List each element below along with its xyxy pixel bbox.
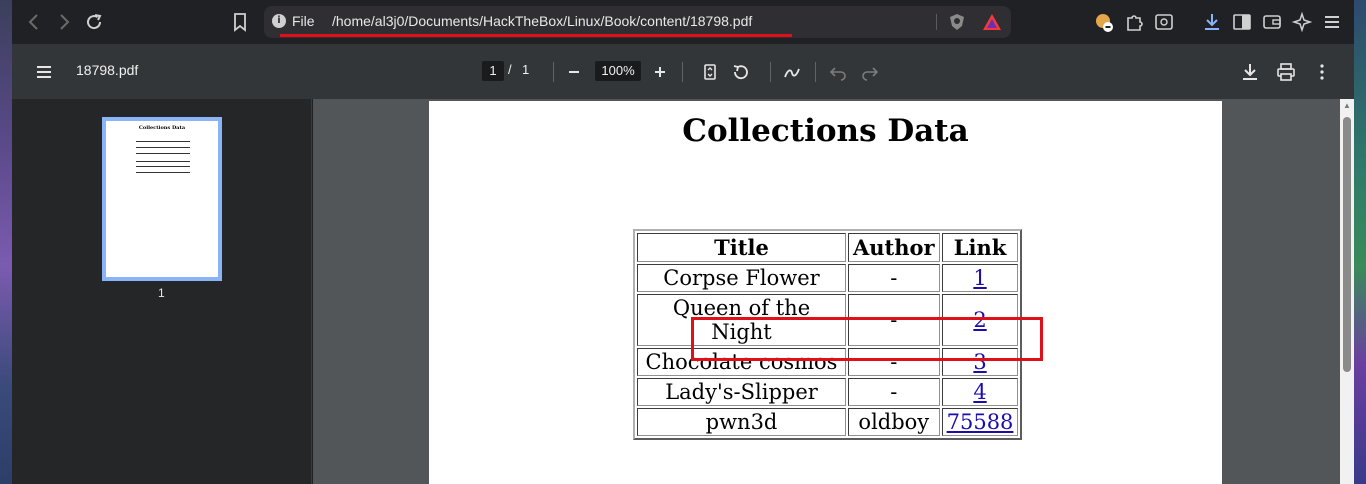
- page-number-input[interactable]: 1: [482, 61, 504, 81]
- url-scheme: File: [292, 13, 315, 29]
- browser-window: i File /home/al3j0/Documents/HackTheBox/…: [12, 0, 1354, 484]
- pdf-toolbar: 18798.pdf 1 / 1 100%: [12, 44, 1354, 99]
- print-icon[interactable]: [1274, 60, 1298, 84]
- address-bar[interactable]: i File /home/al3j0/Documents/HackTheBox/…: [264, 6, 1011, 38]
- extension-profile-icon[interactable]: [1092, 10, 1116, 34]
- column-header-link: Link: [941, 233, 1019, 262]
- viewer-scrollbar[interactable]: ▲: [1340, 99, 1354, 484]
- collection-link[interactable]: 4: [973, 380, 986, 404]
- pdf-viewer: Collections Data Title Author Link Corps…: [313, 99, 1354, 484]
- table-row: Lady's-Slipper - 4: [637, 378, 1019, 406]
- cell-title: Queen of the Night: [637, 294, 846, 346]
- info-icon[interactable]: i: [272, 14, 286, 28]
- bookmark-icon[interactable]: [228, 10, 252, 34]
- cell-author: -: [848, 294, 940, 346]
- column-header-author: Author: [848, 233, 940, 262]
- thumbnail-title: Collections Data: [138, 125, 186, 131]
- outline-menu-icon[interactable]: [32, 60, 56, 84]
- collection-link[interactable]: 75588: [947, 410, 1014, 434]
- toolbar-divider: [770, 62, 771, 82]
- reader-search-icon[interactable]: [1152, 10, 1176, 34]
- pdf-page: Collections Data Title Author Link Corps…: [429, 101, 1222, 484]
- scrollbar-thumb[interactable]: [1343, 117, 1351, 372]
- cell-link: 3: [941, 348, 1019, 376]
- cell-author: -: [848, 348, 940, 376]
- cell-link: 75588: [941, 408, 1019, 436]
- url-path[interactable]: /home/al3j0/Documents/HackTheBox/Linux/B…: [332, 13, 752, 29]
- pdf-filename: 18798.pdf: [76, 62, 139, 78]
- urlbar-divider: [936, 14, 937, 30]
- cell-title: Chocolate cosmos: [637, 348, 846, 376]
- thumbnail-sidebar: Collections Data 1: [12, 99, 312, 484]
- cell-link: 2: [941, 294, 1019, 346]
- table-header-row: Title Author Link: [637, 233, 1019, 262]
- toolbar-divider: [815, 62, 816, 82]
- browser-toolbar: i File /home/al3j0/Documents/HackTheBox/…: [12, 0, 1354, 44]
- desktop-wallpaper-right: [1354, 0, 1366, 484]
- table-row: Queen of the Night - 2: [637, 294, 1019, 346]
- ai-sparkle-icon[interactable]: [1290, 10, 1314, 34]
- wallet-icon[interactable]: [1260, 10, 1284, 34]
- page-separator: /: [508, 62, 512, 77]
- redo-icon[interactable]: [858, 60, 882, 84]
- collection-link[interactable]: 1: [973, 266, 986, 290]
- menu-hamburger-icon[interactable]: [1320, 10, 1344, 34]
- brave-rewards-icon[interactable]: [982, 13, 1002, 31]
- cell-author: -: [848, 378, 940, 406]
- toolbar-divider: [682, 62, 683, 82]
- table-row: Corpse Flower - 1: [637, 264, 1019, 292]
- url-highlight-underline: [280, 34, 792, 37]
- pdf-download-icon[interactable]: [1238, 60, 1262, 84]
- table-row: Chocolate cosmos - 3: [637, 348, 1019, 376]
- thumbnail-page-number: 1: [158, 286, 165, 300]
- more-options-icon[interactable]: [1310, 60, 1334, 84]
- desktop-wallpaper-left: [0, 0, 12, 484]
- collections-table: Title Author Link Corpse Flower - 1 Quee…: [633, 229, 1023, 440]
- cell-link: 1: [941, 264, 1019, 292]
- fit-page-icon[interactable]: [698, 60, 722, 84]
- table-row: pwn3d oldboy 75588: [637, 408, 1019, 436]
- document-title: Collections Data: [682, 113, 969, 149]
- forward-arrow-icon[interactable]: [52, 10, 76, 34]
- scroll-up-arrow-icon[interactable]: ▲: [1342, 101, 1352, 111]
- page-total: 1: [522, 62, 530, 77]
- column-header-title: Title: [637, 233, 846, 262]
- cell-link: 4: [941, 378, 1019, 406]
- cell-title: Lady's-Slipper: [637, 378, 846, 406]
- cell-author: oldboy: [848, 408, 940, 436]
- cell-title: Corpse Flower: [637, 264, 846, 292]
- annotate-pen-icon[interactable]: [780, 60, 804, 84]
- cell-title: pwn3d: [637, 408, 846, 436]
- zoom-in-icon[interactable]: [648, 60, 672, 84]
- cell-author: -: [848, 264, 940, 292]
- page-thumbnail[interactable]: Collections Data: [102, 117, 222, 281]
- sidebar-toggle-icon[interactable]: [1230, 10, 1254, 34]
- thumbnail-table-preview: [136, 141, 190, 173]
- toolbar-divider: [553, 62, 554, 82]
- rotate-icon[interactable]: [729, 60, 753, 84]
- collection-link[interactable]: 3: [973, 350, 986, 374]
- brave-shield-icon[interactable]: [948, 13, 966, 31]
- back-arrow-icon[interactable]: [22, 10, 46, 34]
- collection-link[interactable]: 2: [973, 308, 986, 332]
- extensions-puzzle-icon[interactable]: [1122, 10, 1146, 34]
- download-icon[interactable]: [1200, 10, 1224, 34]
- zoom-out-icon[interactable]: [562, 60, 586, 84]
- undo-icon[interactable]: [826, 60, 850, 84]
- reload-icon[interactable]: [82, 10, 106, 34]
- zoom-level-input[interactable]: 100%: [595, 61, 641, 81]
